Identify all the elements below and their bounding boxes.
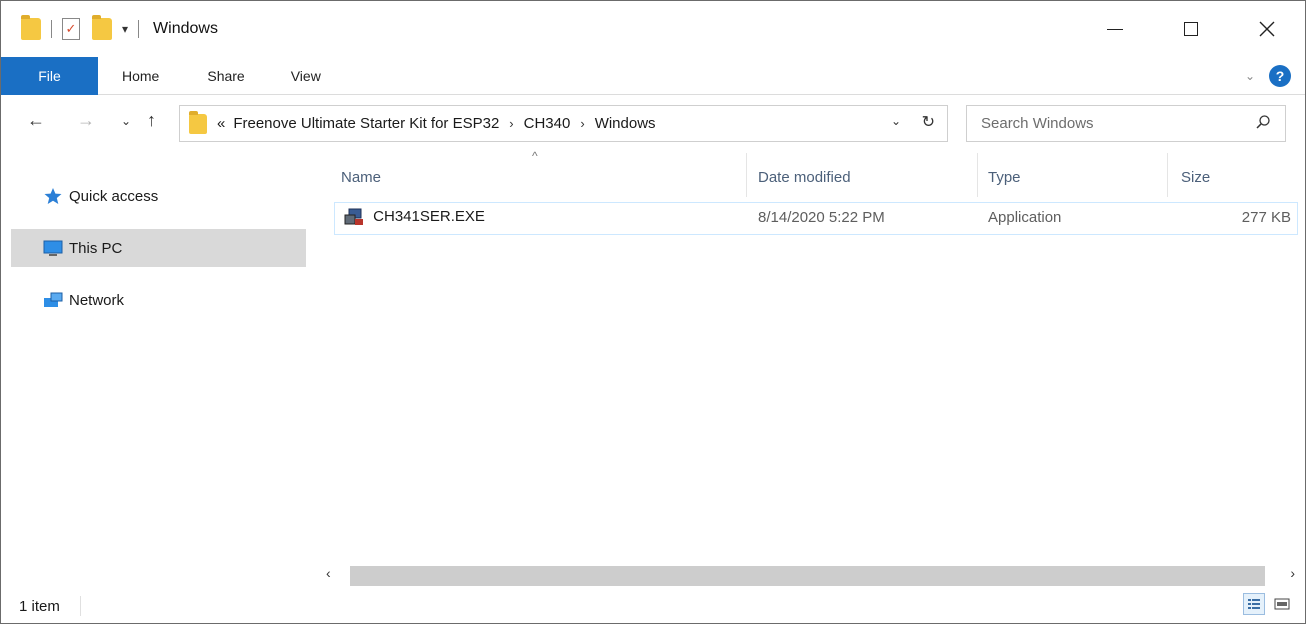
title-bar: ✓ ▾ Windows bbox=[1, 1, 1305, 57]
refresh-icon[interactable]: ↻ bbox=[922, 112, 935, 132]
sort-ascending-icon: ^ bbox=[532, 149, 538, 163]
status-divider bbox=[79, 596, 81, 616]
exe-icon bbox=[344, 208, 363, 225]
horizontal-scrollbar[interactable]: ‹ › bbox=[312, 563, 1305, 589]
large-icons-view-button[interactable] bbox=[1271, 593, 1293, 615]
nav-item-label: Quick access bbox=[69, 187, 159, 205]
breadcrumb-separator[interactable]: › bbox=[580, 116, 584, 131]
nav-item-label: Network bbox=[69, 291, 125, 309]
help-icon[interactable]: ? bbox=[1269, 65, 1291, 87]
search-input[interactable]: Search Windows bbox=[966, 105, 1286, 142]
up-icon[interactable]: ↑ bbox=[147, 110, 156, 131]
scroll-left-icon[interactable]: ‹ bbox=[326, 565, 331, 581]
details-view-icon bbox=[1248, 599, 1260, 609]
search-icon[interactable] bbox=[1255, 114, 1271, 130]
file-name: CH341SER.EXE bbox=[373, 207, 485, 225]
column-header-name[interactable]: Name bbox=[341, 153, 381, 201]
column-divider[interactable] bbox=[977, 153, 978, 197]
file-size: 277 KB bbox=[1241, 209, 1291, 226]
scrollbar-thumb[interactable] bbox=[350, 566, 1265, 586]
close-button[interactable] bbox=[1229, 1, 1305, 57]
new-folder-icon[interactable] bbox=[92, 15, 112, 40]
breadcrumb-item[interactable]: Freenove Ultimate Starter Kit for ESP32 bbox=[233, 115, 499, 132]
address-row: ← → ⌄ ↑ « Freenove Ultimate Starter Kit … bbox=[1, 96, 1305, 152]
item-count: 1 item bbox=[19, 597, 60, 615]
folder-icon bbox=[21, 15, 41, 40]
nav-item-this-pc[interactable]: This PC bbox=[11, 229, 306, 267]
expand-ribbon-icon[interactable]: ⌄ bbox=[1245, 69, 1255, 83]
folder-icon bbox=[189, 110, 207, 134]
address-bar[interactable]: « Freenove Ultimate Starter Kit for ESP3… bbox=[179, 105, 948, 142]
column-header-size[interactable]: Size bbox=[1181, 153, 1210, 201]
breadcrumb-separator[interactable]: › bbox=[509, 116, 513, 131]
customize-toolbar-icon[interactable]: ▾ bbox=[122, 22, 128, 36]
network-icon bbox=[44, 292, 63, 307]
toolbar-divider bbox=[51, 20, 52, 38]
status-bar: 1 item bbox=[1, 589, 1305, 623]
column-divider[interactable] bbox=[1167, 153, 1168, 197]
forward-icon[interactable]: → bbox=[77, 110, 95, 131]
scroll-right-icon[interactable]: › bbox=[1290, 565, 1295, 581]
column-header-type[interactable]: Type bbox=[988, 153, 1021, 201]
view-switcher bbox=[1243, 593, 1293, 615]
quick-access-toolbar: ✓ ▾ Windows bbox=[1, 15, 218, 40]
nav-item-quick-access[interactable]: Quick access bbox=[11, 177, 306, 215]
ribbon-controls: ⌄ ? bbox=[1245, 65, 1291, 87]
search-placeholder: Search Windows bbox=[981, 115, 1094, 132]
tab-file[interactable]: File bbox=[1, 56, 98, 95]
ribbon-tabs: File Home Share View ⌄ ? bbox=[1, 56, 1305, 95]
properties-icon[interactable]: ✓ bbox=[62, 18, 80, 40]
nav-item-label: This PC bbox=[69, 239, 123, 257]
navigation-pane: Quick access This PC Network bbox=[1, 153, 311, 583]
breadcrumb-item[interactable]: CH340 bbox=[524, 115, 571, 132]
maximize-button[interactable] bbox=[1153, 1, 1229, 57]
file-date: 8/14/2020 5:22 PM bbox=[758, 209, 885, 226]
toolbar-divider bbox=[138, 20, 140, 38]
breadcrumb-overflow[interactable]: « bbox=[217, 115, 225, 132]
tab-home[interactable]: Home bbox=[122, 68, 159, 84]
large-icons-view-icon bbox=[1274, 598, 1290, 610]
star-icon bbox=[44, 188, 62, 204]
tab-view[interactable]: View bbox=[291, 68, 321, 84]
minimize-button[interactable] bbox=[1077, 1, 1153, 57]
file-list: ^ Name Date modified Type Size CH341SER.… bbox=[312, 149, 1305, 563]
table-row[interactable]: CH341SER.EXE 8/14/2020 5:22 PM Applicati… bbox=[334, 202, 1298, 235]
close-icon bbox=[1259, 21, 1275, 37]
monitor-icon bbox=[43, 240, 63, 256]
minimize-icon bbox=[1107, 28, 1123, 30]
column-header-date[interactable]: Date modified bbox=[758, 153, 851, 201]
nav-item-network[interactable]: Network bbox=[11, 281, 306, 319]
window-controls bbox=[1077, 1, 1305, 57]
breadcrumb-item[interactable]: Windows bbox=[595, 115, 656, 132]
window-title: Windows bbox=[153, 20, 218, 37]
address-dropdown-icon[interactable]: ⌄ bbox=[891, 114, 901, 128]
explorer-window: ✓ ▾ Windows File Home Share View ⌄ ? ← →… bbox=[0, 0, 1306, 624]
details-view-button[interactable] bbox=[1243, 593, 1265, 615]
maximize-icon bbox=[1184, 22, 1198, 36]
recent-locations-icon[interactable]: ⌄ bbox=[121, 114, 131, 128]
column-divider[interactable] bbox=[746, 153, 747, 197]
tab-share[interactable]: Share bbox=[207, 68, 244, 84]
back-icon[interactable]: ← bbox=[27, 110, 45, 131]
file-type: Application bbox=[988, 209, 1062, 226]
file-name-cell: CH341SER.EXE bbox=[343, 207, 485, 227]
